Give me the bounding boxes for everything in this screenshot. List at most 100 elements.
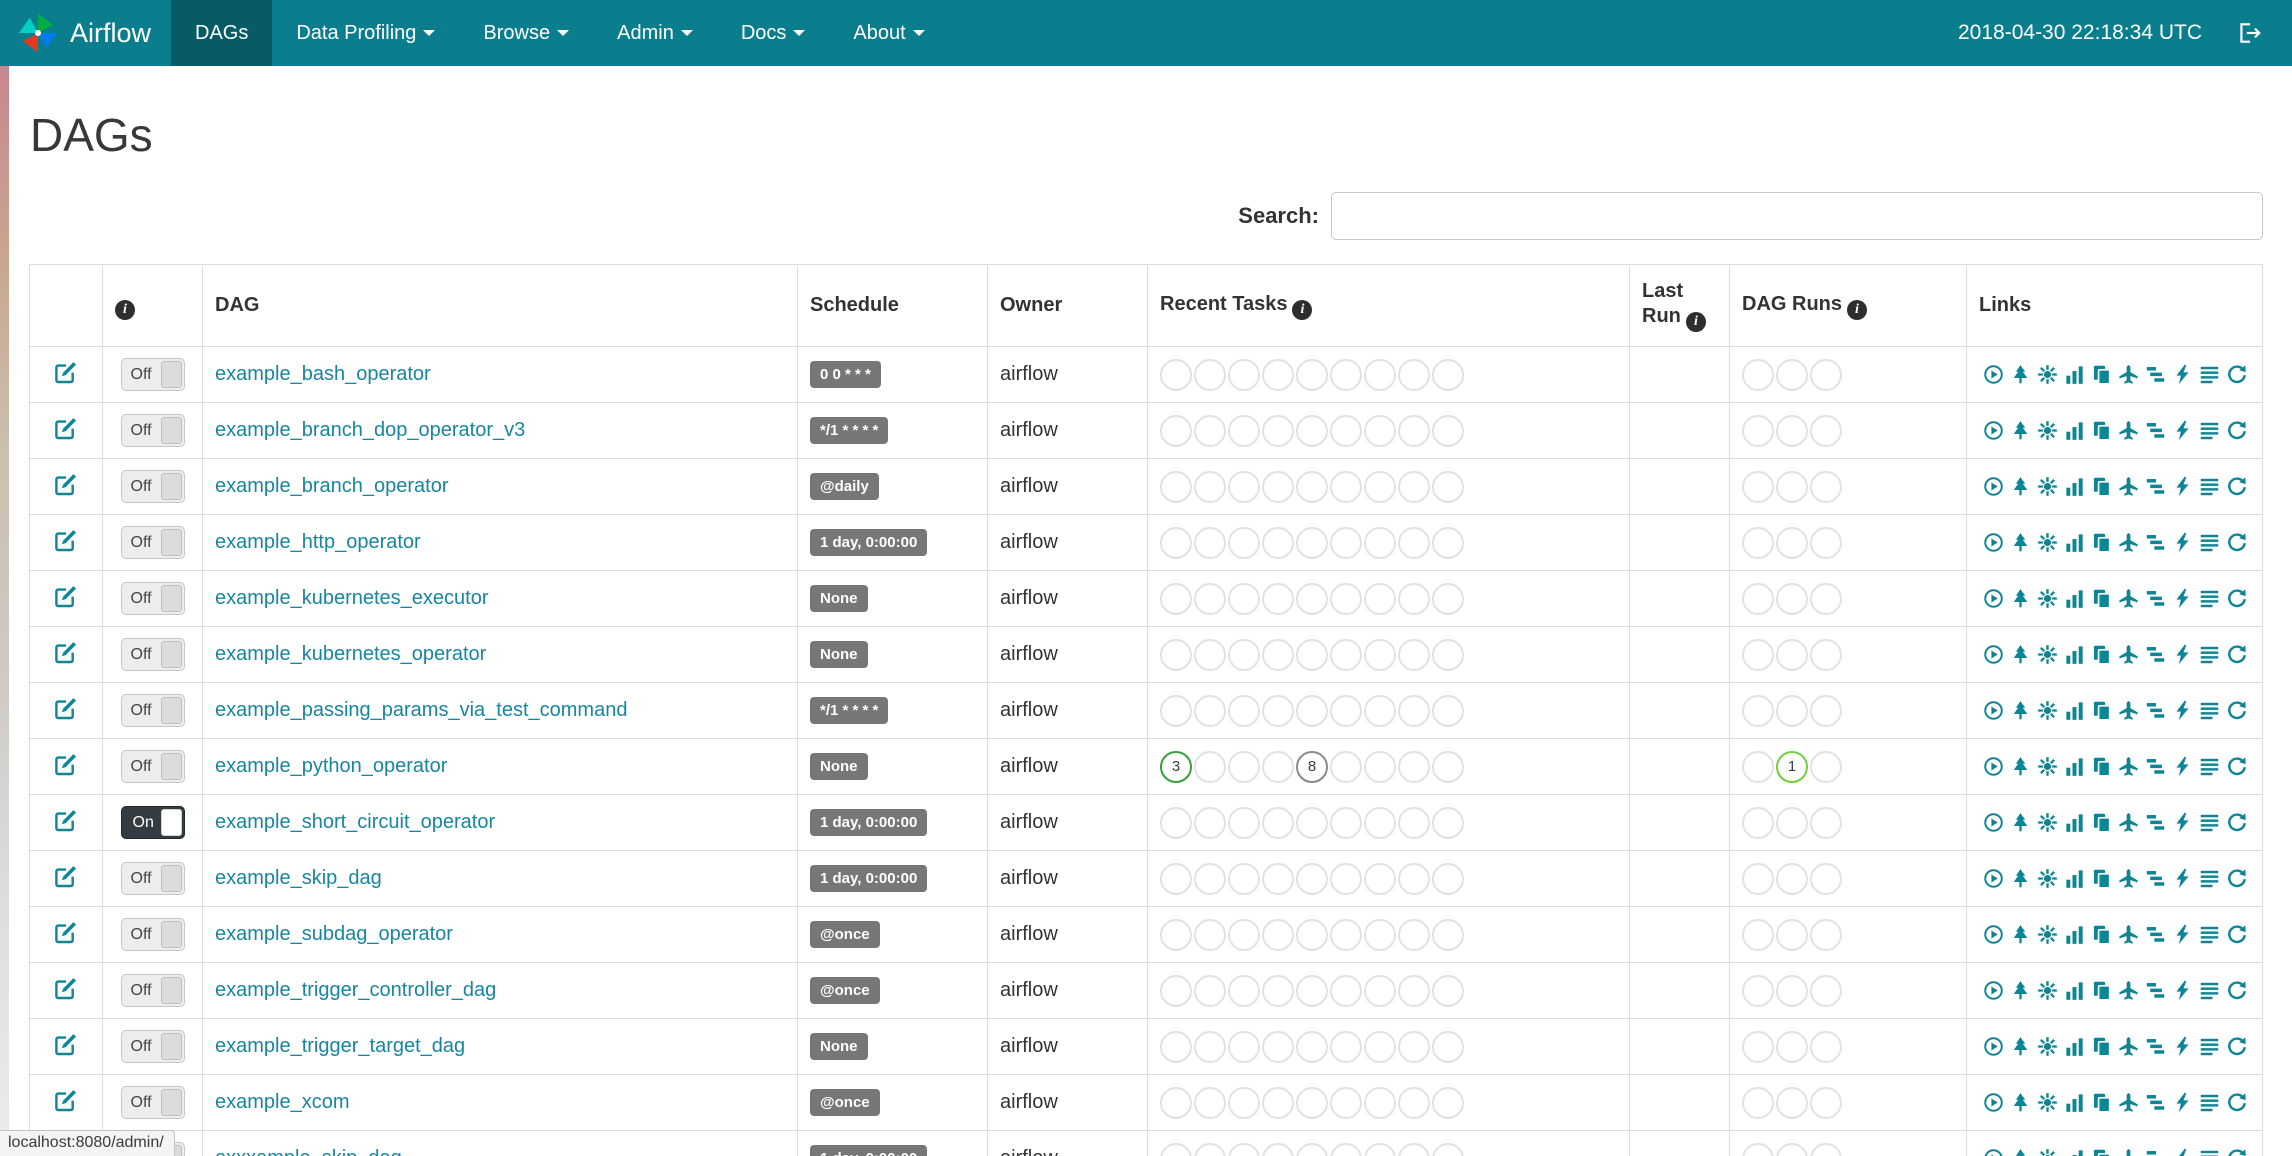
graph-view-icon[interactable] xyxy=(2037,980,2058,1001)
recent-task-circle[interactable] xyxy=(1228,470,1260,503)
logs-icon[interactable] xyxy=(2199,812,2220,833)
recent-task-circle[interactable] xyxy=(1160,526,1192,559)
code-icon[interactable] xyxy=(2172,756,2193,777)
dag-run-circle[interactable] xyxy=(1742,1142,1774,1156)
landing-times-icon[interactable] xyxy=(2118,980,2139,1001)
schedule-badge[interactable]: @once xyxy=(810,977,880,1004)
nav-item-admin[interactable]: Admin xyxy=(593,0,717,66)
recent-task-circle[interactable] xyxy=(1194,974,1226,1007)
recent-task-circle[interactable] xyxy=(1262,806,1294,839)
edit-dag-icon[interactable] xyxy=(54,416,78,440)
landing-times-icon[interactable] xyxy=(2118,532,2139,553)
task-duration-icon[interactable] xyxy=(2064,1092,2085,1113)
gantt-icon[interactable] xyxy=(2145,644,2166,665)
refresh-icon[interactable] xyxy=(2226,588,2247,609)
recent-task-circle[interactable] xyxy=(1364,694,1396,727)
recent-task-circle[interactable] xyxy=(1262,974,1294,1007)
trigger-icon[interactable] xyxy=(1983,420,2004,441)
recent-task-circle[interactable] xyxy=(1160,470,1192,503)
dag-run-circle[interactable] xyxy=(1742,750,1774,783)
code-icon[interactable] xyxy=(2172,588,2193,609)
task-duration-icon[interactable] xyxy=(2064,924,2085,945)
landing-times-icon[interactable] xyxy=(2118,588,2139,609)
task-duration-icon[interactable] xyxy=(2064,868,2085,889)
edit-dag-icon[interactable] xyxy=(54,976,78,1000)
refresh-icon[interactable] xyxy=(2226,644,2247,665)
edit-dag-icon[interactable] xyxy=(54,752,78,776)
recent-task-circle[interactable] xyxy=(1330,862,1362,895)
dag-run-circle[interactable] xyxy=(1742,638,1774,671)
recent-task-circle[interactable]: 8 xyxy=(1296,750,1328,783)
task-tries-icon[interactable] xyxy=(2091,364,2112,385)
recent-task-circle[interactable] xyxy=(1364,918,1396,951)
edit-dag-icon[interactable] xyxy=(54,920,78,944)
landing-times-icon[interactable] xyxy=(2118,756,2139,777)
schedule-badge[interactable]: @once xyxy=(810,1089,880,1116)
recent-task-circle[interactable] xyxy=(1262,750,1294,783)
trigger-icon[interactable] xyxy=(1983,1036,2004,1057)
tree-view-icon[interactable] xyxy=(2010,812,2031,833)
tree-view-icon[interactable] xyxy=(2010,1092,2031,1113)
recent-task-circle[interactable] xyxy=(1330,526,1362,559)
tree-view-icon[interactable] xyxy=(2010,644,2031,665)
dag-run-circle[interactable] xyxy=(1810,1142,1842,1156)
graph-view-icon[interactable] xyxy=(2037,700,2058,721)
recent-task-circle[interactable] xyxy=(1160,638,1192,671)
recent-task-circle[interactable] xyxy=(1228,358,1260,391)
logs-icon[interactable] xyxy=(2199,420,2220,441)
recent-task-circle[interactable] xyxy=(1296,638,1328,671)
dag-name-link[interactable]: example_xcom xyxy=(215,1091,350,1113)
logout-icon[interactable] xyxy=(2236,20,2262,46)
task-tries-icon[interactable] xyxy=(2091,644,2112,665)
schedule-badge[interactable]: None xyxy=(810,1033,868,1060)
trigger-icon[interactable] xyxy=(1983,868,2004,889)
dag-name-link[interactable]: example_short_circuit_operator xyxy=(215,811,495,833)
dag-run-circle[interactable] xyxy=(1742,470,1774,503)
recent-task-circle[interactable] xyxy=(1160,358,1192,391)
dag-pause-toggle[interactable]: Off xyxy=(120,414,185,447)
recent-task-circle[interactable] xyxy=(1194,526,1226,559)
recent-task-circle[interactable] xyxy=(1432,638,1464,671)
dag-run-circle[interactable] xyxy=(1776,918,1808,951)
recent-task-circle[interactable] xyxy=(1364,862,1396,895)
tree-view-icon[interactable] xyxy=(2010,420,2031,441)
edit-dag-icon[interactable] xyxy=(54,640,78,664)
dag-run-circle[interactable] xyxy=(1810,414,1842,447)
dag-name-link[interactable]: example_trigger_controller_dag xyxy=(215,979,496,1001)
nav-item-about[interactable]: About xyxy=(829,0,948,66)
dag-name-link[interactable]: example_kubernetes_operator xyxy=(215,643,486,665)
dag-run-circle[interactable] xyxy=(1742,1030,1774,1063)
recent-task-circle[interactable] xyxy=(1398,526,1430,559)
recent-task-circle[interactable] xyxy=(1330,1086,1362,1119)
task-tries-icon[interactable] xyxy=(2091,700,2112,721)
recent-task-circle[interactable] xyxy=(1160,1086,1192,1119)
code-icon[interactable] xyxy=(2172,924,2193,945)
task-tries-icon[interactable] xyxy=(2091,1092,2112,1113)
tree-view-icon[interactable] xyxy=(2010,588,2031,609)
dag-run-circle[interactable] xyxy=(1742,918,1774,951)
recent-task-circle[interactable] xyxy=(1262,1142,1294,1156)
schedule-badge[interactable]: 1 day, 0:00:00 xyxy=(810,1145,928,1156)
dag-run-circle[interactable] xyxy=(1776,526,1808,559)
recent-task-circle[interactable] xyxy=(1330,1142,1362,1156)
code-icon[interactable] xyxy=(2172,812,2193,833)
tree-view-icon[interactable] xyxy=(2010,476,2031,497)
refresh-icon[interactable] xyxy=(2226,364,2247,385)
dag-name-link[interactable]: example_subdag_operator xyxy=(215,923,453,945)
logs-icon[interactable] xyxy=(2199,364,2220,385)
recent-task-circle[interactable] xyxy=(1330,414,1362,447)
trigger-icon[interactable] xyxy=(1983,924,2004,945)
recent-task-circle[interactable] xyxy=(1228,526,1260,559)
recent-task-circle[interactable] xyxy=(1228,1086,1260,1119)
task-tries-icon[interactable] xyxy=(2091,1148,2112,1156)
gantt-icon[interactable] xyxy=(2145,364,2166,385)
landing-times-icon[interactable] xyxy=(2118,1148,2139,1156)
schedule-badge[interactable]: 1 day, 0:00:00 xyxy=(810,865,928,892)
landing-times-icon[interactable] xyxy=(2118,1036,2139,1057)
edit-dag-icon[interactable] xyxy=(54,1032,78,1056)
graph-view-icon[interactable] xyxy=(2037,1036,2058,1057)
recent-task-circle[interactable] xyxy=(1364,414,1396,447)
logs-icon[interactable] xyxy=(2199,532,2220,553)
edit-dag-icon[interactable] xyxy=(54,808,78,832)
gantt-icon[interactable] xyxy=(2145,924,2166,945)
